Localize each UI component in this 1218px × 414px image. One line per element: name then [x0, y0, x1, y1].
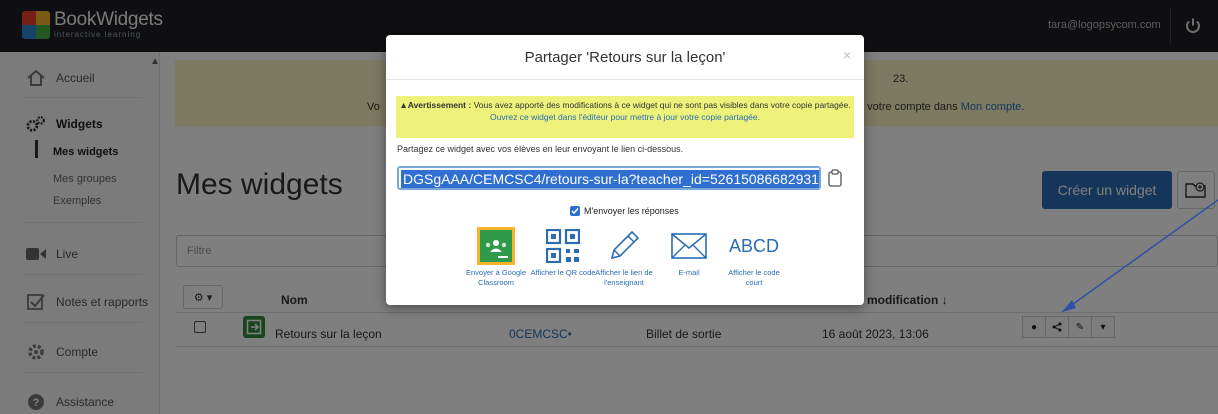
- envelope-icon: [671, 233, 707, 259]
- option-label: E-mail: [678, 268, 700, 277]
- share-dialog: Partager 'Retours sur la leçon' × ▲Avert…: [386, 35, 864, 305]
- open-editor-link[interactable]: Ouvrez ce widget dans l'éditeur pour met…: [490, 112, 760, 122]
- google-classroom-icon: [477, 227, 515, 265]
- send-answers-checkbox[interactable]: [570, 206, 580, 216]
- warning-text: Vous avez apporté des modifications à ce…: [471, 100, 851, 110]
- share-instructions: Partagez ce widget avec vos élèves en le…: [397, 144, 684, 154]
- show-qr-code-button[interactable]: Afficher le QR code: [529, 226, 597, 278]
- share-url-field[interactable]: DGSgAAA/CEMCSC4/retours-sur-la?teacher_i…: [397, 166, 821, 190]
- qr-code-icon: [546, 229, 580, 263]
- divider: [386, 79, 864, 80]
- dialog-title: Partager 'Retours sur la leçon': [524, 49, 726, 66]
- show-short-code-button[interactable]: ABCD Afficher le code court: [720, 226, 788, 288]
- clipboard-icon: [828, 169, 842, 187]
- warning-icon: ▲: [399, 100, 408, 110]
- option-label: Afficher le code court: [728, 268, 780, 287]
- warning-label: Avertissement :: [407, 100, 472, 110]
- pencil-icon: [610, 230, 640, 260]
- short-code-text: ABCD: [728, 235, 779, 256]
- share-url-text: DGSgAAA/CEMCSC4/retours-sur-la?teacher_i…: [401, 170, 819, 188]
- option-label: Envoyer à Google Classroom: [465, 268, 527, 287]
- close-icon[interactable]: ×: [843, 47, 851, 63]
- option-label: Afficher le QR code: [530, 268, 596, 277]
- send-answers-option[interactable]: M'envoyer les réponses: [570, 206, 679, 216]
- copy-clipboard-button[interactable]: [828, 169, 842, 187]
- share-email-button[interactable]: E-mail: [655, 226, 723, 278]
- send-answers-label: M'envoyer les réponses: [584, 206, 679, 216]
- show-teacher-link-button[interactable]: Afficher le lien de l'enseignant: [590, 226, 658, 288]
- share-google-classroom-button[interactable]: Envoyer à Google Classroom: [462, 226, 530, 288]
- option-label: Afficher le lien de l'enseignant: [595, 268, 653, 287]
- warning-message: ▲Avertissement : Vous avez apporté des m…: [396, 96, 854, 138]
